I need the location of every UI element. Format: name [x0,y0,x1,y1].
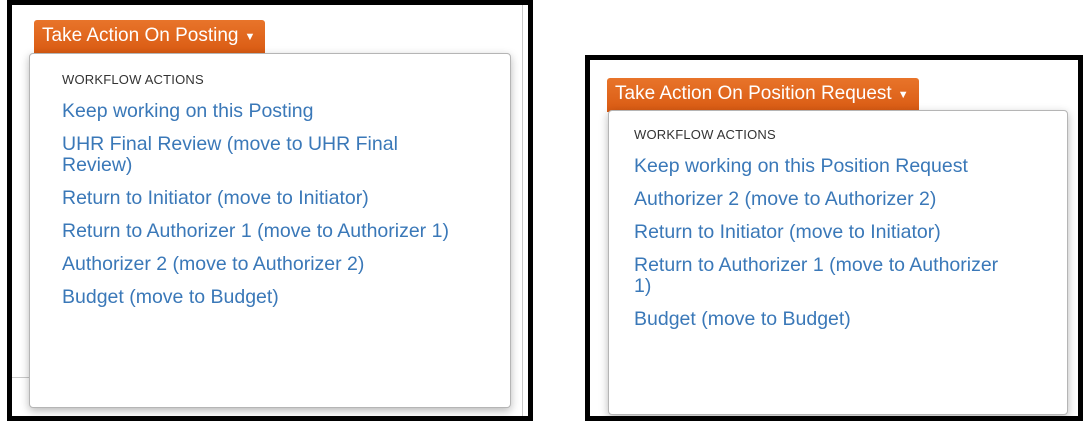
workflow-actions-dropdown: WORKFLOW ACTIONS Keep working on this Po… [29,53,511,408]
take-action-on-posting-button[interactable]: Take Action On Posting ▼ [34,20,266,54]
menu-item-uhr-final-review[interactable]: UHR Final Review (move to UHR Final Revi… [62,134,452,176]
caret-down-icon: ▼ [244,31,256,43]
caret-down-icon: ▼ [897,89,909,101]
left-screenshot-panel: Take Action On Posting ▼ WORKFLOW ACTIONS… [7,0,533,421]
menu-item-authorizer-2[interactable]: Authorizer 2 (move to Authorizer 2) [634,189,1054,210]
right-screenshot-panel: Take Action On Position Request ▼ WORKFLO… [585,55,1083,421]
workflow-actions-dropdown: WORKFLOW ACTIONS Keep working on this Po… [608,110,1068,415]
menu-heading: WORKFLOW ACTIONS [62,72,204,87]
menu-item-return-to-initiator[interactable]: Return to Initiator (move to Initiator) [62,188,482,209]
menu-item-budget[interactable]: Budget (move to Budget) [62,287,482,308]
menu-heading: WORKFLOW ACTIONS [634,127,776,142]
button-label: Take Action On Position Request [615,83,892,104]
page-edge-line [522,5,523,416]
menu-item-authorizer-2[interactable]: Authorizer 2 (move to Authorizer 2) [62,254,482,275]
menu-item-keep-working[interactable]: Keep working on this Position Request [634,156,984,177]
menu-item-return-to-authorizer-1[interactable]: Return to Authorizer 1 (move to Authoriz… [62,221,452,242]
button-label: Take Action On Posting [42,25,239,46]
menu-item-return-to-authorizer-1[interactable]: Return to Authorizer 1 (move to Authoriz… [634,255,1004,297]
menu-item-keep-working[interactable]: Keep working on this Posting [62,101,452,122]
take-action-on-position-request-button[interactable]: Take Action On Position Request ▼ [607,78,919,112]
menu-item-budget[interactable]: Budget (move to Budget) [634,309,1054,330]
menu-item-return-to-initiator[interactable]: Return to Initiator (move to Initiator) [634,222,1054,243]
